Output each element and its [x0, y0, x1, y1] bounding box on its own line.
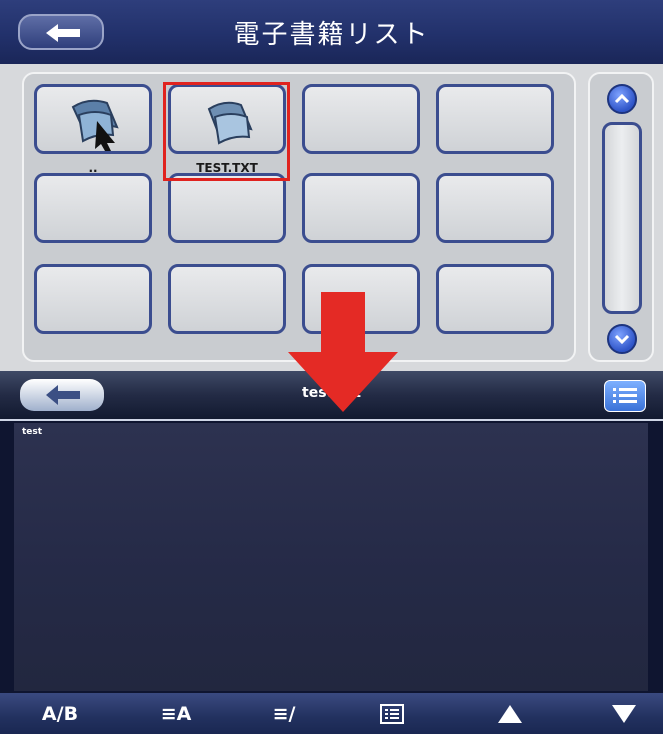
font-style-button[interactable]: ≡/: [244, 699, 324, 729]
selection-highlight: [163, 82, 290, 181]
scrollbar: [588, 72, 654, 362]
list-menu-icon: [613, 388, 637, 403]
page-up-button[interactable]: [470, 699, 550, 729]
header-bar: 電子書籍リスト: [0, 0, 663, 64]
scroll-down-button[interactable]: [607, 324, 637, 354]
grid-item-empty[interactable]: [436, 173, 554, 243]
grid-item-empty[interactable]: [168, 173, 286, 243]
grid-item-empty[interactable]: [436, 264, 554, 334]
grid-item-empty[interactable]: [34, 264, 152, 334]
text-content: test: [22, 427, 43, 437]
list-button[interactable]: [352, 699, 432, 729]
chevron-up-icon: [614, 93, 630, 104]
down-arrow-icon: [288, 292, 398, 412]
page-title: 電子書籍リスト: [233, 20, 430, 50]
font-size-button[interactable]: ≡A: [136, 699, 216, 729]
list-icon: [380, 704, 404, 724]
scroll-up-button[interactable]: [607, 84, 637, 114]
grid-item-empty[interactable]: [436, 84, 554, 154]
grid-item-empty[interactable]: [168, 264, 286, 334]
chevron-down-icon: [614, 334, 630, 345]
down-triangle-icon: [612, 705, 636, 723]
grid-item-empty[interactable]: [302, 173, 420, 243]
folder-up-icon: [71, 99, 119, 151]
menu-button[interactable]: [604, 380, 646, 412]
grid-item-parent-folder[interactable]: ..: [34, 84, 152, 175]
page-down-button[interactable]: [584, 699, 663, 729]
text-content-area[interactable]: test: [14, 423, 648, 691]
grid-item-empty[interactable]: [302, 84, 420, 154]
scroll-track[interactable]: [602, 122, 642, 314]
grid-item-empty[interactable]: [34, 173, 152, 243]
text-viewer-screen: test.txt test A/B ≡A ≡/: [0, 371, 663, 734]
up-triangle-icon: [498, 705, 522, 723]
ab-toggle-button[interactable]: A/B: [20, 699, 100, 729]
viewer-toolbar: A/B ≡A ≡/: [0, 693, 663, 734]
